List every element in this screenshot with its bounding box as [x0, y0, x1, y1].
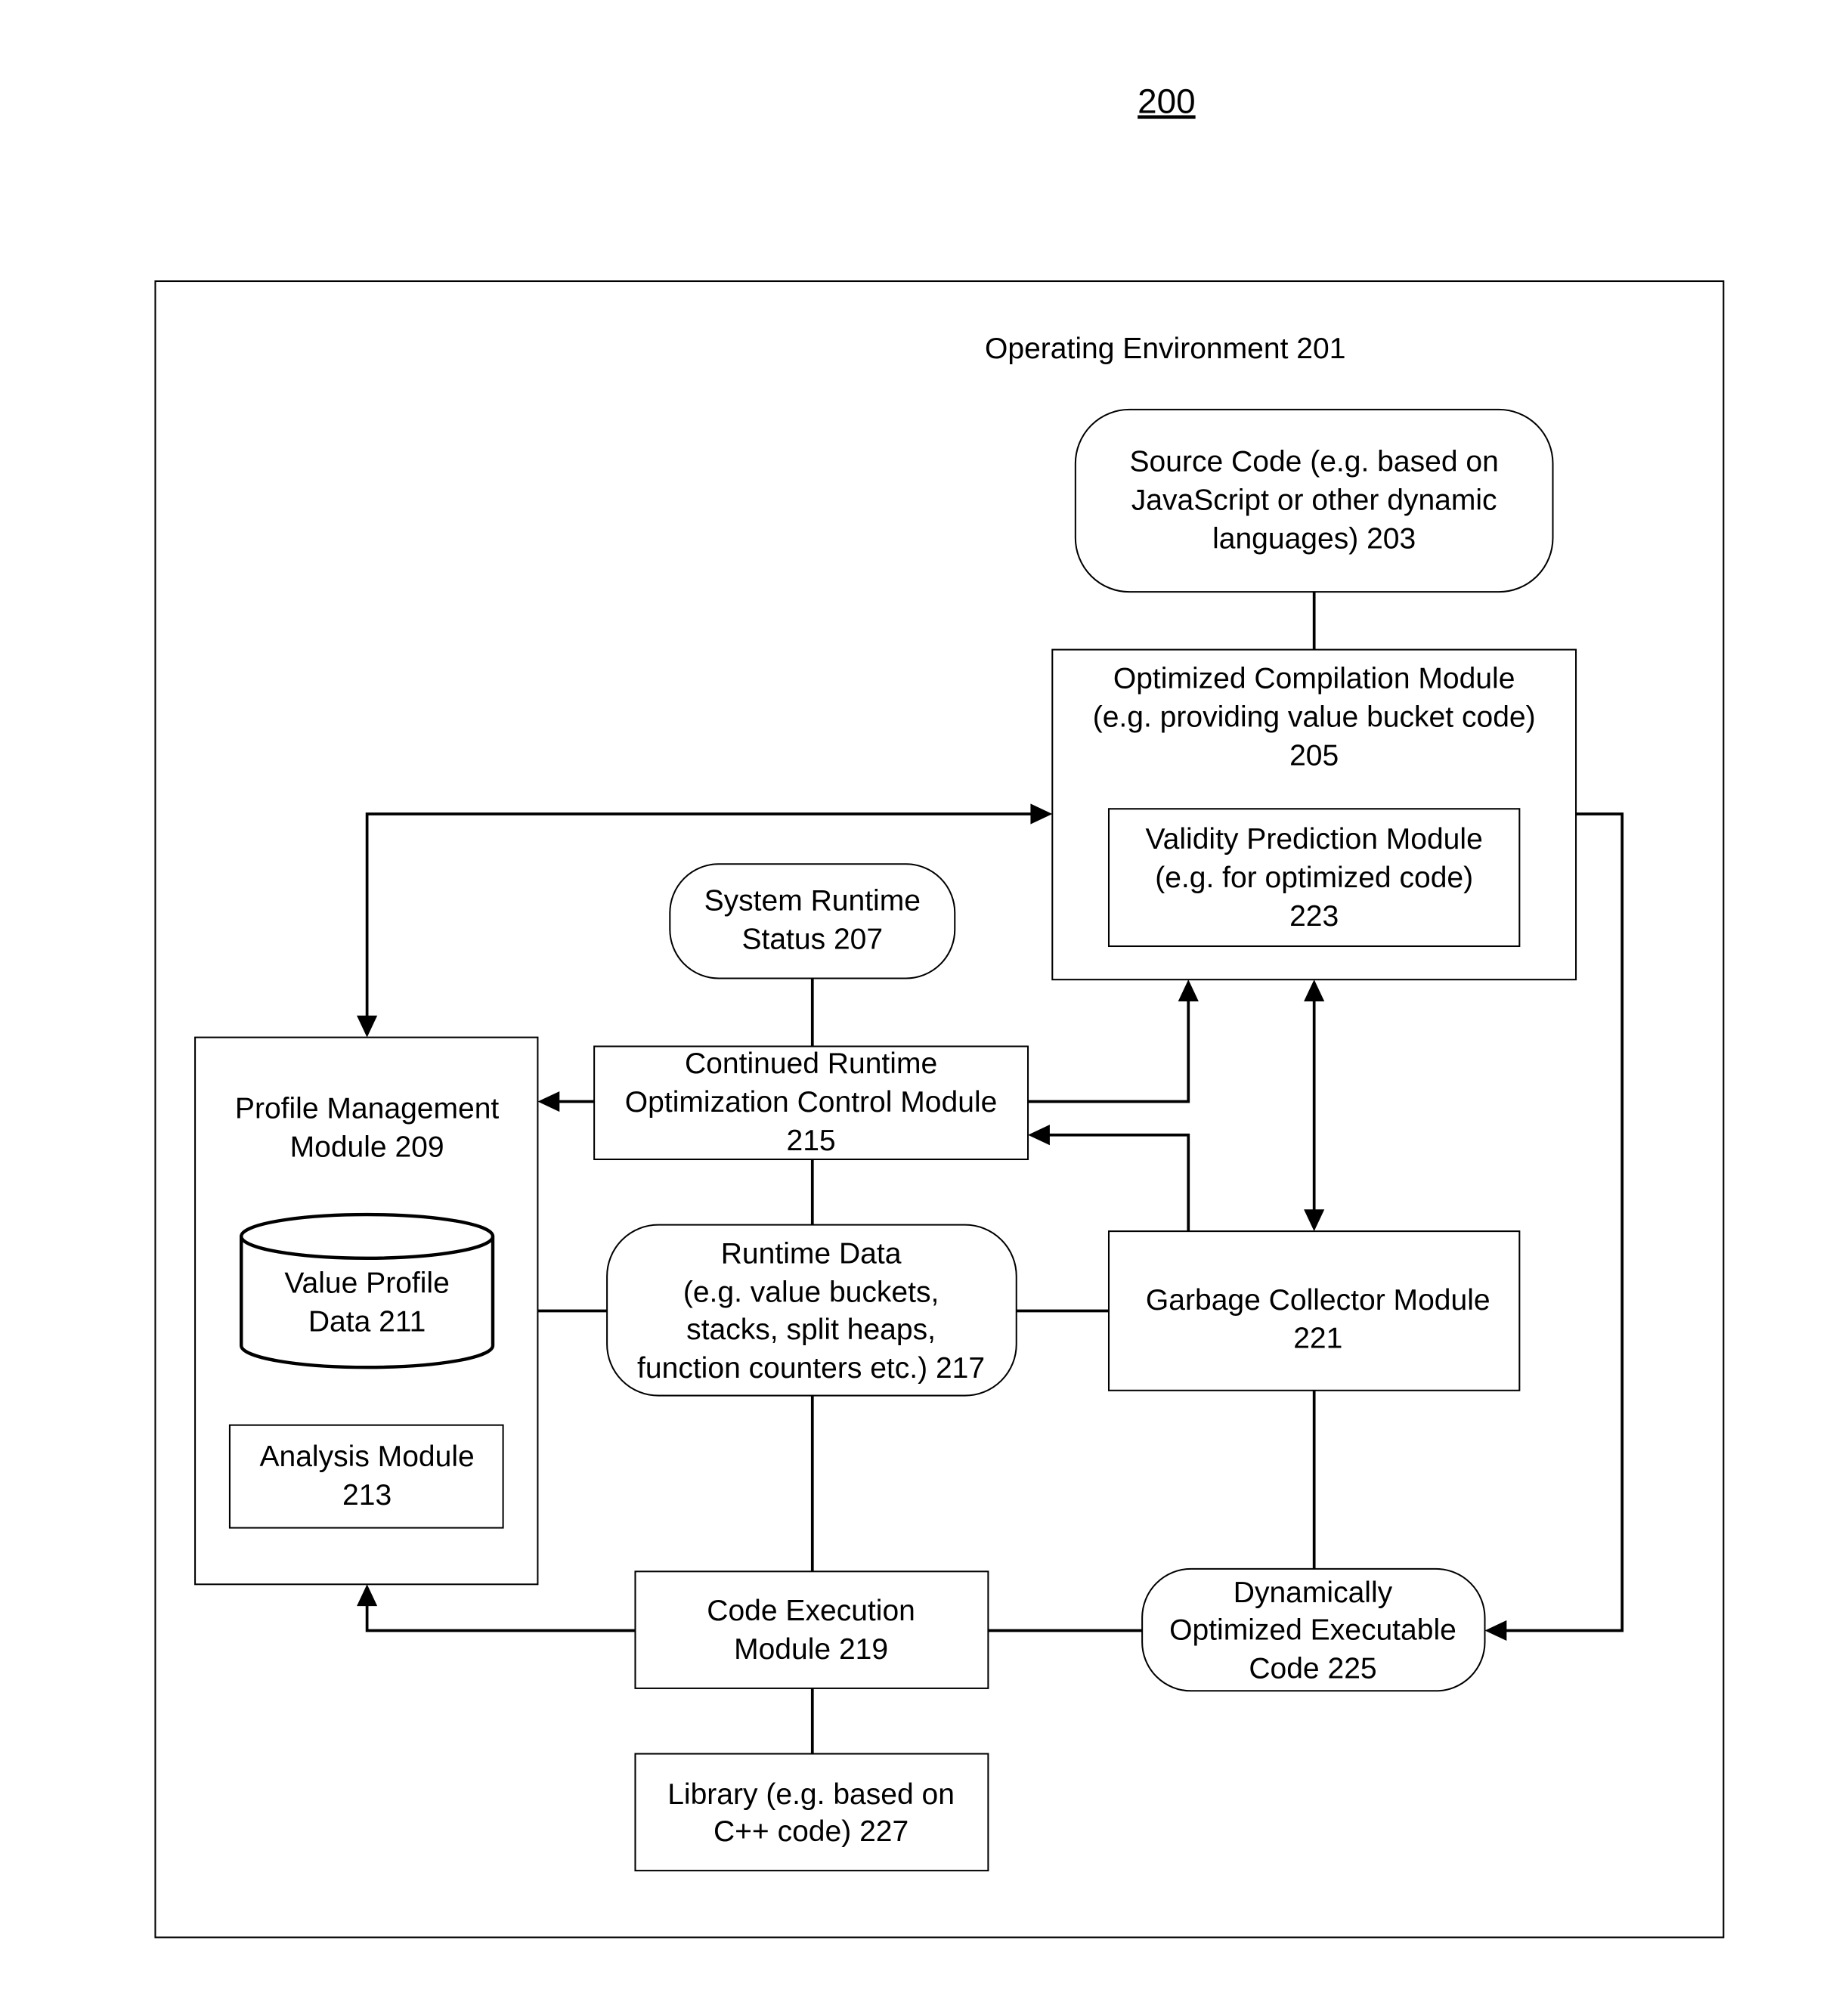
node-library: Library (e.g. based on C++ code) 227 [634, 1753, 989, 1872]
svg-text:Code 225: Code 225 [1249, 1652, 1376, 1685]
node-source-code: Source Code (e.g. based on JavaScript or… [1074, 408, 1554, 593]
arrowhead-into-continued [1028, 1125, 1050, 1146]
figure-number: 200 [1138, 81, 1195, 120]
svg-text:Data 211: Data 211 [308, 1306, 426, 1338]
arrowhead-into-profile-bottom [357, 1584, 378, 1607]
svg-text:stacks, split heaps,: stacks, split heaps, [686, 1314, 936, 1346]
edge-codeexec-to-profile [365, 1603, 636, 1632]
svg-text:Garbage Collector Module: Garbage Collector Module [1146, 1284, 1490, 1317]
svg-text:223: 223 [1289, 900, 1339, 933]
svg-text:Optimized Compilation Module: Optimized Compilation Module [1113, 663, 1515, 695]
arrowhead-gc-up [1304, 979, 1325, 1002]
edge-gc-to-continued [1047, 1133, 1190, 1232]
edge-continued-to-compilation [1028, 998, 1190, 1103]
node-continued-runtime: Continued Runtime Optimization Control M… [593, 1045, 1029, 1161]
svg-text:System Runtime: System Runtime [704, 884, 921, 917]
svg-text:Validity Prediction Module: Validity Prediction Module [1146, 823, 1483, 856]
svg-text:205: 205 [1289, 739, 1339, 772]
svg-text:languages) 203: languages) 203 [1212, 522, 1416, 555]
svg-text:Profile Management: Profile Management [235, 1093, 500, 1125]
svg-text:Runtime Data: Runtime Data [721, 1238, 902, 1270]
node-garbage-collector: Garbage Collector Module 221 [1107, 1230, 1521, 1391]
svg-text:221: 221 [1293, 1323, 1342, 1355]
arrowhead-into-profile-right [537, 1091, 560, 1112]
node-code-execution: Code Execution Module 219 [634, 1570, 989, 1689]
svg-text:Dynamically: Dynamically [1234, 1577, 1393, 1609]
svg-text:Value Profile: Value Profile [284, 1267, 449, 1300]
node-analysis-module: Analysis Module 213 [228, 1424, 504, 1529]
diagram-canvas: 200 Operating Environment 201 Source Cod… [154, 81, 1725, 1939]
arrowhead-into-compilation-bottom [1178, 979, 1199, 1002]
node-dynamically-optimized-code: Dynamically Optimized Executable Code 22… [1141, 1567, 1486, 1692]
svg-text:Source Code (e.g. based on: Source Code (e.g. based on [1130, 445, 1499, 478]
operating-environment-label: Operating Environment 201 [985, 333, 1345, 365]
node-system-runtime-status: System Runtime Status 207 [669, 863, 956, 979]
svg-text:(e.g. providing value bucket c: (e.g. providing value bucket code) [1093, 701, 1536, 734]
arrowhead-into-profile-top [357, 1015, 378, 1038]
node-validity-prediction: Validity Prediction Module (e.g. for opt… [1107, 808, 1521, 948]
svg-text:Code Execution: Code Execution [707, 1595, 915, 1627]
arrowhead-into-dyncode [1484, 1620, 1507, 1642]
svg-text:(e.g. for optimized code): (e.g. for optimized code) [1155, 862, 1473, 894]
svg-text:JavaScript or other dynamic: JavaScript or other dynamic [1131, 484, 1497, 516]
node-runtime-data: Runtime Data (e.g. value buckets, stacks… [606, 1224, 1017, 1397]
svg-text:C++ code) 227: C++ code) 227 [714, 1815, 909, 1848]
svg-text:Library (e.g. based on: Library (e.g. based on [667, 1778, 955, 1811]
svg-text:function counters etc.) 217: function counters etc.) 217 [637, 1352, 985, 1385]
svg-text:215: 215 [787, 1125, 836, 1157]
svg-text:Module 209: Module 209 [290, 1131, 444, 1164]
svg-text:Status 207: Status 207 [741, 923, 883, 955]
svg-text:Analysis Module: Analysis Module [259, 1440, 474, 1473]
node-value-profile-data: Value Profile Data 211 [240, 1212, 495, 1369]
arrowhead-gc-down [1304, 1209, 1325, 1232]
svg-text:Optimized Executable: Optimized Executable [1169, 1614, 1456, 1646]
svg-text:Continued Runtime: Continued Runtime [685, 1047, 937, 1080]
svg-text:Module 219: Module 219 [734, 1633, 888, 1666]
svg-text:(e.g. value buckets,: (e.g. value buckets, [683, 1276, 939, 1309]
arrowhead-into-compilation [1030, 803, 1053, 825]
svg-text:Optimization Control Module: Optimization Control Module [625, 1086, 998, 1119]
svg-text:213: 213 [342, 1479, 392, 1512]
